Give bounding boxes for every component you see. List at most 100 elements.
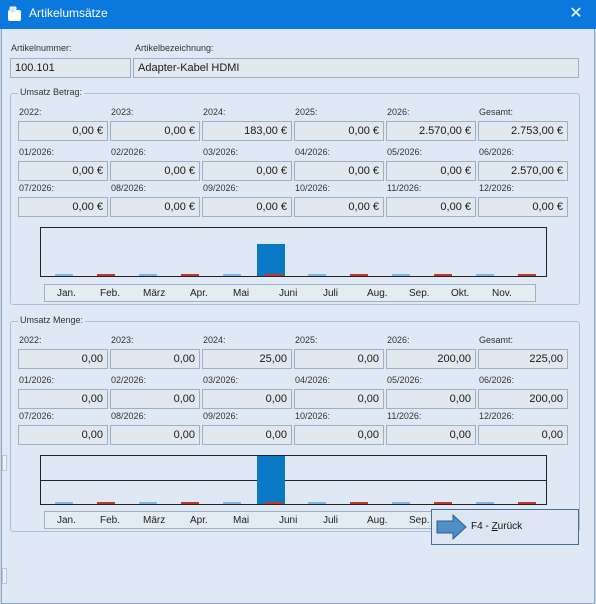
month-tick-label: Aug.: [367, 288, 388, 299]
value-field[interactable]: 2.753,00 €: [478, 121, 568, 141]
value-label: 11/2026:: [387, 183, 422, 193]
value-field[interactable]: 0,00 €: [294, 197, 384, 217]
chart-baseline-mark: [139, 502, 158, 504]
chart-baseline-mark: [223, 274, 242, 276]
month-tick-label: Mai: [233, 288, 250, 299]
value-field[interactable]: 200,00: [478, 389, 568, 409]
value-field[interactable]: 0,00: [18, 389, 108, 409]
value-field[interactable]: 0,00: [294, 389, 384, 409]
month-tick-label: Apr.: [190, 288, 208, 299]
month-tick-label: Mai: [233, 515, 250, 526]
value-field[interactable]: 0,00: [386, 425, 476, 445]
value-label: 03/2026:: [203, 375, 239, 385]
value-field[interactable]: 0,00: [110, 389, 200, 409]
revenue-month-axis: Jan. Feb. März Apr. Mai Juni Juli Aug. Sep. Okt. N…: [44, 284, 536, 302]
chart-baseline-mark: [307, 274, 326, 276]
month-tick-label: Juni: [279, 288, 298, 299]
chart-midline: [41, 480, 546, 481]
value-field[interactable]: 0,00 €: [386, 161, 476, 181]
value-label: Gesamt:: [479, 107, 514, 117]
chart-baseline-mark: [433, 502, 452, 504]
value-label: 07/2026:: [19, 183, 55, 193]
month-tick-label: Sep.: [409, 515, 430, 526]
value-label: 02/2026:: [111, 147, 147, 157]
value-field[interactable]: 0,00 €: [202, 161, 292, 181]
value-label: 09/2026:: [203, 411, 239, 421]
value-field[interactable]: 0,00: [294, 349, 384, 369]
month-tick-label: Juli: [323, 288, 339, 299]
value-field[interactable]: 183,00 €: [202, 121, 292, 141]
value-field[interactable]: 0,00 €: [478, 197, 568, 217]
article-number-field[interactable]: 100.101: [10, 58, 131, 78]
month-tick-label: Feb.: [100, 515, 121, 526]
value-field[interactable]: 0,00: [386, 389, 476, 409]
value-label: 2022:: [19, 107, 42, 117]
value-label: 08/2026:: [111, 411, 147, 421]
value-field[interactable]: 0,00 €: [110, 197, 200, 217]
value-field[interactable]: 0,00: [18, 349, 108, 369]
value-label: 04/2026:: [295, 375, 331, 385]
edge-handle: [2, 455, 7, 471]
chart-baseline-mark: [265, 502, 284, 504]
value-label: 2023:: [111, 335, 134, 345]
value-field[interactable]: 0,00 €: [386, 197, 476, 217]
value-field[interactable]: 0,00 €: [18, 161, 108, 181]
value-label: 2025:: [295, 107, 318, 117]
value-label: 05/2026:: [387, 147, 423, 157]
chart-baseline-mark: [55, 502, 73, 504]
value-field[interactable]: 0,00: [202, 389, 292, 409]
month-tick-label: Apr.: [190, 515, 208, 526]
value-label: 05/2026:: [387, 375, 423, 385]
value-field[interactable]: 0,00 €: [202, 197, 292, 217]
value-label: 2024:: [203, 335, 226, 345]
value-label: 2024:: [203, 107, 226, 117]
value-field[interactable]: 2.570,00 €: [478, 161, 568, 181]
value-field[interactable]: 0,00: [202, 425, 292, 445]
chart-baseline-mark: [475, 502, 494, 504]
value-field[interactable]: 25,00: [202, 349, 292, 369]
value-field[interactable]: 0,00: [478, 425, 568, 445]
chart-baseline-mark: [265, 274, 284, 276]
value-field[interactable]: 0,00: [110, 425, 200, 445]
value-label: 12/2026:: [479, 411, 515, 421]
value-field[interactable]: 0,00 €: [294, 161, 384, 181]
value-field[interactable]: 2.570,00 €: [386, 121, 476, 141]
value-field[interactable]: 0,00: [110, 349, 200, 369]
article-name-label: Artikelbezeichnung:: [135, 43, 214, 53]
value-field[interactable]: 0,00 €: [110, 161, 200, 181]
chart-baseline-mark: [223, 502, 242, 504]
value-field[interactable]: 0,00 €: [294, 121, 384, 141]
value-label: 06/2026:: [479, 375, 515, 385]
value-field[interactable]: 0,00 €: [18, 197, 108, 217]
arrow-right-icon: [436, 513, 467, 541]
value-field[interactable]: 0,00 €: [18, 121, 108, 141]
value-label: 2026:: [387, 107, 410, 117]
value-label: 01/2026:: [19, 147, 55, 157]
back-button[interactable]: F4 - Zurück: [431, 509, 579, 545]
value-label: 2022:: [19, 335, 42, 345]
chart-baseline-mark: [391, 274, 410, 276]
value-field[interactable]: 200,00: [386, 349, 476, 369]
chart-baseline-mark: [307, 502, 326, 504]
back-button-label: F4 - Zurück: [471, 521, 523, 532]
value-label: 03/2026:: [203, 147, 239, 157]
window-title: Artikelumsätze: [29, 6, 108, 20]
value-label: 01/2026:: [19, 375, 55, 385]
value-label: 08/2026:: [111, 183, 147, 193]
chart-baseline-mark: [97, 502, 116, 504]
month-tick-label: März: [143, 288, 166, 299]
value-label: Gesamt:: [479, 335, 514, 345]
chart-baseline-mark: [475, 274, 494, 276]
value-field[interactable]: 0,00: [294, 425, 384, 445]
article-name-field[interactable]: Adapter-Kabel HDMI: [133, 58, 579, 78]
month-tick-label: Sep.: [409, 288, 430, 299]
value-label: 09/2026:: [203, 183, 239, 193]
month-tick-label: Jan.: [57, 515, 76, 526]
close-button[interactable]: ✕: [556, 0, 596, 29]
value-field[interactable]: 0,00 €: [110, 121, 200, 141]
value-field[interactable]: 225,00: [478, 349, 568, 369]
month-tick-label: März: [143, 515, 166, 526]
value-label: 04/2026:: [295, 147, 331, 157]
value-field[interactable]: 0,00: [18, 425, 108, 445]
month-tick-label: Feb.: [100, 288, 121, 299]
